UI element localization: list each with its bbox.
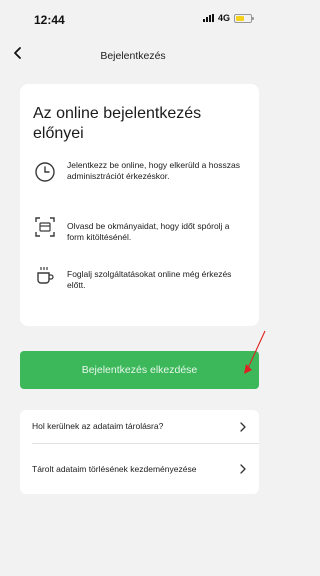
- benefit-text: Foglalj szolgáltatásokat online még érke…: [67, 269, 232, 290]
- list-item-label: Hol kerülnek az adataim tárolásra?: [32, 421, 164, 431]
- list-item-label: Tárolt adataim törlésének kezdeményezése: [32, 463, 197, 474]
- status-bar: 12:44 4G: [0, 0, 266, 34]
- chevron-right-icon: [240, 464, 246, 474]
- list-item-data-deletion[interactable]: Tárolt adataim törlésének kezdeményezése: [20, 444, 259, 494]
- list-item-storage-info[interactable]: Hol kerülnek az adataim tárolásra?: [20, 410, 259, 443]
- network-type: 4G: [217, 13, 230, 23]
- info-links-list: Hol kerülnek az adataim tárolásra? Tárol…: [20, 410, 259, 494]
- battery-icon: [234, 13, 254, 23]
- signal-icon: [202, 14, 214, 22]
- coffee-cup-icon: [37, 267, 54, 284]
- benefit-text: Jelentkezz be online, hogy elkerüld a ho…: [67, 160, 240, 181]
- start-checkin-button[interactable]: Bejelentkezés elkezdése: [20, 351, 259, 389]
- chevron-right-icon: [240, 421, 246, 432]
- annotation-arrow-icon: [244, 330, 266, 374]
- id-scan-icon: [35, 217, 55, 237]
- benefits-card: Az online bejelentkezés előnyei Jelentke…: [20, 84, 259, 326]
- nav-bar: Bejelentkezés: [0, 38, 266, 68]
- benefits-title: Az online bejelentkezés előnyei: [33, 105, 202, 142]
- benefit-text: Olvasd be okmányaidat, hogy időt spórolj…: [67, 221, 230, 242]
- status-indicators: 4G: [202, 13, 254, 23]
- clock-icon: [35, 162, 55, 182]
- status-time: 12:44: [34, 13, 65, 27]
- page-title: Bejelentkezés: [100, 50, 166, 62]
